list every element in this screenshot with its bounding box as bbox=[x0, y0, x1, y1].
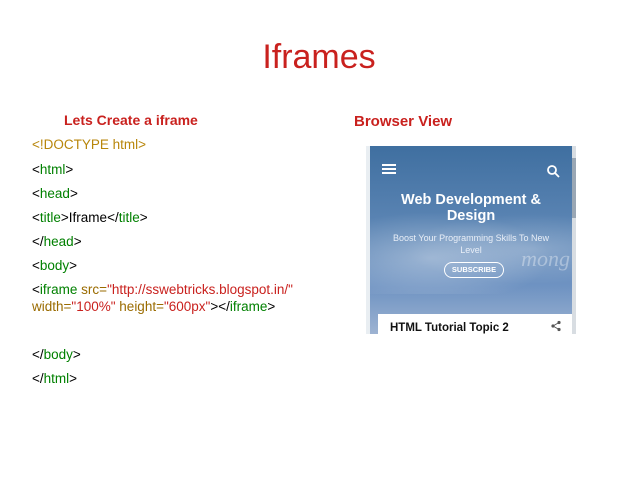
right-heading: Browser View bbox=[354, 113, 453, 130]
share-icon[interactable] bbox=[550, 320, 562, 332]
menu-icon[interactable] bbox=[382, 164, 396, 174]
height-attr: height= bbox=[119, 299, 164, 314]
code-iframe-line1: <iframe src="http://sswebtricks.blogspot… bbox=[32, 282, 293, 297]
code-doctype: <!DOCTYPE html> bbox=[32, 137, 147, 152]
title-close-tag: title bbox=[118, 210, 140, 225]
height-value: "600px" bbox=[163, 299, 211, 314]
code-iframe-line2: width="100%" height="600px"></iframe> bbox=[32, 299, 276, 314]
head-close-tag: head bbox=[43, 234, 74, 249]
width-attr: width= bbox=[32, 299, 72, 314]
search-icon[interactable] bbox=[546, 164, 560, 178]
html-tag: html bbox=[39, 162, 66, 177]
width-value: "100%" bbox=[71, 299, 116, 314]
site-title: Web Development & Design bbox=[401, 192, 541, 224]
code-head-close: </head> bbox=[32, 234, 82, 249]
post-title[interactable]: HTML Tutorial Topic 2 bbox=[390, 322, 509, 334]
body-close-tag: body bbox=[43, 347, 73, 362]
title-open-tag: title bbox=[39, 210, 61, 225]
watermark-text: mong bbox=[521, 246, 570, 271]
post-card[interactable]: HTML Tutorial Topic 2 bbox=[378, 314, 572, 334]
left-heading: Lets Create a iframe bbox=[64, 112, 198, 128]
subscribe-button[interactable]: SUBSCRIBE bbox=[444, 262, 504, 278]
src-attr: src= bbox=[81, 282, 108, 297]
title-text: Iframe bbox=[68, 210, 108, 225]
code-head-open: <head> bbox=[32, 186, 78, 201]
html-close-tag: html bbox=[43, 371, 70, 386]
slide-title: Iframes bbox=[262, 38, 376, 76]
code-html-open: <html> bbox=[32, 162, 74, 177]
code-body-open: <body> bbox=[32, 258, 78, 273]
iframe-tag: iframe bbox=[39, 282, 78, 297]
code-title-line: <title>Iframe</title> bbox=[32, 210, 148, 225]
src-value: "http://sswebtricks.blogspot.in/" bbox=[107, 282, 293, 297]
body-tag: body bbox=[39, 258, 70, 273]
code-html-close: </html> bbox=[32, 371, 78, 386]
preview-scrollbar-thumb[interactable] bbox=[572, 158, 576, 218]
iframe-close-tag: iframe bbox=[229, 299, 268, 314]
head-tag: head bbox=[39, 186, 70, 201]
hero-banner: Web Development & Design Boost Your Prog… bbox=[370, 146, 572, 334]
code-body-close: </body> bbox=[32, 347, 81, 362]
browser-preview: Web Development & Design Boost Your Prog… bbox=[366, 146, 576, 334]
